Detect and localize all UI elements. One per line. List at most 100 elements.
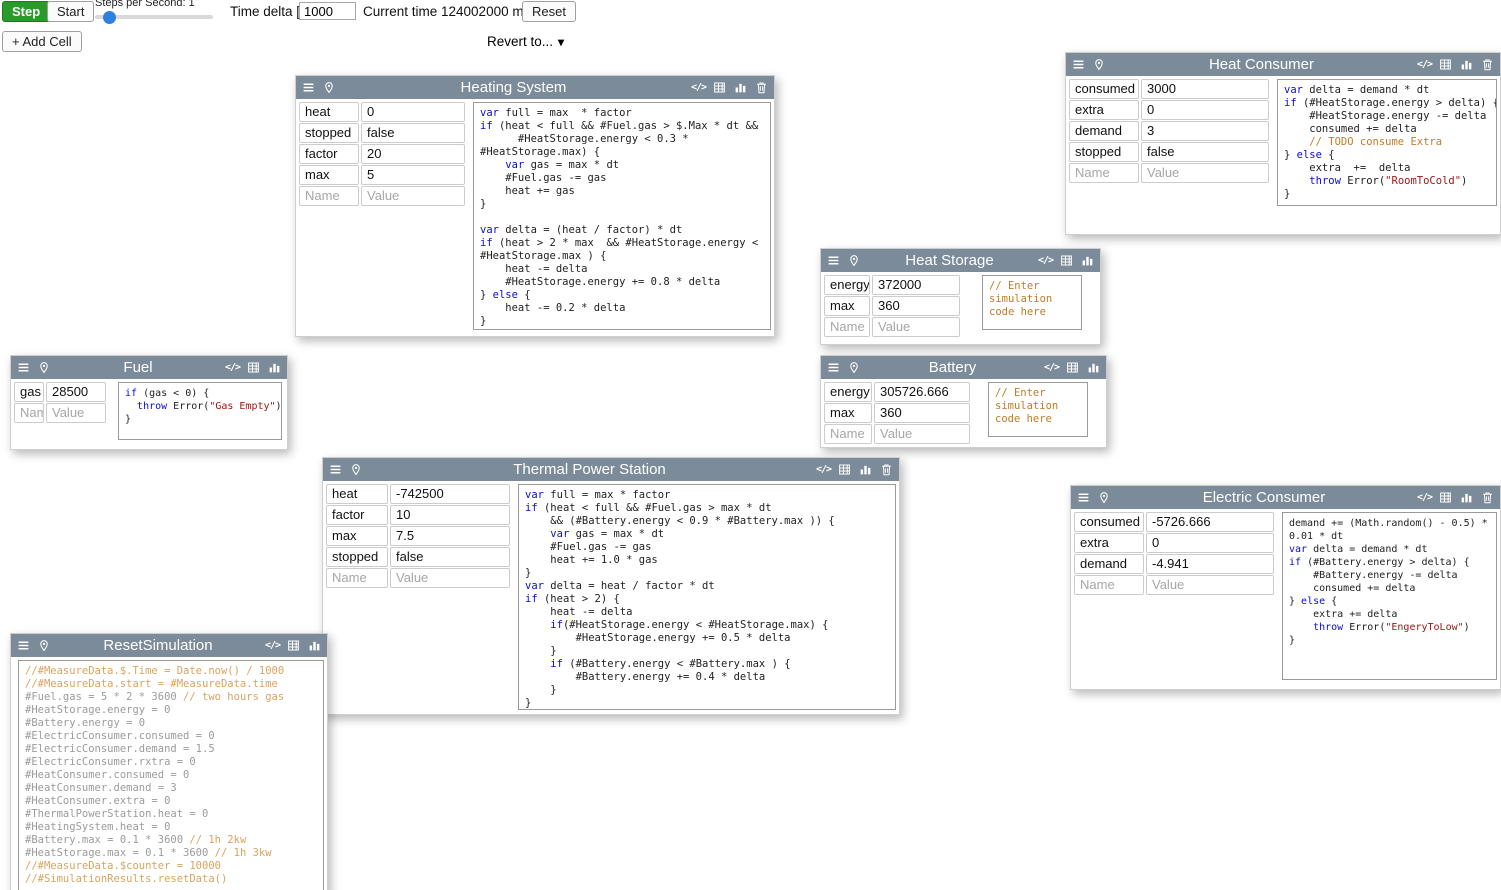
code-view-icon[interactable]: </> — [1044, 360, 1059, 375]
chart-view-icon[interactable] — [1086, 360, 1101, 375]
code-editor[interactable]: var delta = demand * dt if (#HeatStorage… — [1277, 79, 1497, 206]
attr-name-cell[interactable]: stopped — [326, 547, 388, 567]
delete-icon[interactable] — [879, 462, 894, 477]
table-view-icon[interactable] — [1438, 57, 1453, 72]
pin-icon[interactable] — [846, 253, 861, 268]
code-view-icon[interactable]: </> — [816, 462, 831, 477]
attr-name-cell[interactable]: stopped — [1069, 142, 1139, 162]
steps-per-second-slider[interactable] — [95, 10, 213, 24]
chart-view-icon[interactable] — [1459, 57, 1474, 72]
attr-name-cell[interactable]: gas — [14, 382, 44, 402]
attr-name-cell[interactable]: factor — [299, 144, 359, 164]
attr-name-cell[interactable]: max — [824, 403, 872, 423]
attr-name-cell[interactable]: energy — [824, 275, 870, 295]
attr-name-cell[interactable]: Name — [326, 568, 388, 588]
start-button[interactable]: Start — [47, 1, 94, 22]
menu-icon[interactable] — [826, 253, 841, 268]
pin-icon[interactable] — [348, 462, 363, 477]
attr-value-cell[interactable]: 5 — [361, 165, 465, 185]
attr-name-cell[interactable]: Name — [1069, 163, 1139, 183]
code-editor[interactable]: var full = max * factor if (heat < full … — [518, 484, 896, 710]
menu-icon[interactable] — [1076, 490, 1091, 505]
menu-icon[interactable] — [16, 360, 31, 375]
attr-name-cell[interactable]: max — [824, 296, 870, 316]
chart-view-icon[interactable] — [858, 462, 873, 477]
attr-name-cell[interactable]: heat — [299, 102, 359, 122]
attr-value-cell[interactable]: 28500 — [46, 382, 106, 402]
pin-icon[interactable] — [1096, 490, 1111, 505]
code-editor[interactable]: demand += (Math.random() - 0.5) * 0.01 *… — [1282, 512, 1497, 680]
panel-header[interactable]: ResetSimulation </> — [11, 634, 327, 657]
panel-header[interactable]: Battery </> — [821, 356, 1106, 379]
pin-icon[interactable] — [36, 638, 51, 653]
attr-value-cell[interactable]: Value — [1146, 575, 1274, 595]
menu-icon[interactable] — [1071, 57, 1086, 72]
attr-name-cell[interactable]: factor — [326, 505, 388, 525]
pin-icon[interactable] — [846, 360, 861, 375]
attr-name-cell[interactable]: extra — [1074, 533, 1144, 553]
code-editor[interactable]: // Enter simulation code here — [982, 275, 1082, 330]
table-view-icon[interactable] — [1065, 360, 1080, 375]
panel-header[interactable]: Heat Storage </> — [821, 249, 1100, 272]
attr-value-cell[interactable]: false — [1141, 142, 1269, 162]
add-cell-button[interactable]: + Add Cell — [2, 31, 82, 52]
attr-name-cell[interactable]: stopped — [299, 123, 359, 143]
code-view-icon[interactable]: </> — [1417, 490, 1432, 505]
attr-name-cell[interactable]: demand — [1074, 554, 1144, 574]
attr-value-cell[interactable]: 0 — [1141, 100, 1269, 120]
attr-value-cell[interactable]: Value — [1141, 163, 1269, 183]
panel-header[interactable]: Electric Consumer </> — [1071, 486, 1500, 509]
table-view-icon[interactable] — [286, 638, 301, 653]
pin-icon[interactable] — [321, 80, 336, 95]
menu-icon[interactable] — [16, 638, 31, 653]
table-view-icon[interactable] — [246, 360, 261, 375]
attr-value-cell[interactable]: Value — [874, 424, 970, 444]
attr-value-cell[interactable]: 0 — [361, 102, 465, 122]
attr-name-cell[interactable]: demand — [1069, 121, 1139, 141]
attr-name-cell[interactable]: Name — [14, 403, 44, 423]
attr-value-cell[interactable]: -742500 — [390, 484, 510, 504]
attr-name-cell[interactable]: extra — [1069, 100, 1139, 120]
chart-view-icon[interactable] — [733, 80, 748, 95]
panel-header[interactable]: Heating System </> — [296, 76, 774, 99]
code-editor[interactable]: if (gas < 0) { throw Error("Gas Empty") … — [118, 382, 282, 440]
attr-value-cell[interactable]: Value — [361, 186, 465, 206]
attr-value-cell[interactable]: 0 — [1146, 533, 1274, 553]
code-view-icon[interactable]: </> — [265, 638, 280, 653]
attr-value-cell[interactable]: Value — [872, 317, 960, 337]
attr-value-cell[interactable]: false — [361, 123, 465, 143]
code-view-icon[interactable]: </> — [225, 360, 240, 375]
attr-value-cell[interactable]: Value — [390, 568, 510, 588]
panel-header[interactable]: Heat Consumer </> — [1066, 53, 1500, 76]
delete-icon[interactable] — [1480, 490, 1495, 505]
menu-icon[interactable] — [328, 462, 343, 477]
table-view-icon[interactable] — [712, 80, 727, 95]
attr-name-cell[interactable]: max — [326, 526, 388, 546]
step-button[interactable]: Step — [2, 1, 50, 22]
code-view-icon[interactable]: </> — [691, 80, 706, 95]
attr-value-cell[interactable]: 360 — [874, 403, 970, 423]
revert-dropdown[interactable]: Revert to...▾ — [483, 32, 568, 51]
panel-header[interactable]: Thermal Power Station </> — [323, 458, 899, 481]
attr-value-cell[interactable]: 20 — [361, 144, 465, 164]
attr-value-cell[interactable]: -5726.666 — [1146, 512, 1274, 532]
attr-value-cell[interactable]: 3 — [1141, 121, 1269, 141]
chart-view-icon[interactable] — [307, 638, 322, 653]
chart-view-icon[interactable] — [1080, 253, 1095, 268]
attr-name-cell[interactable]: consumed — [1074, 512, 1144, 532]
code-view-icon[interactable]: </> — [1417, 57, 1432, 72]
pin-icon[interactable] — [36, 360, 51, 375]
delete-icon[interactable] — [1480, 57, 1495, 72]
attr-name-cell[interactable]: Name — [299, 186, 359, 206]
menu-icon[interactable] — [826, 360, 841, 375]
attr-name-cell[interactable]: Name — [824, 424, 872, 444]
table-view-icon[interactable] — [1059, 253, 1074, 268]
attr-value-cell[interactable]: 305726.666 — [874, 382, 970, 402]
time-delta-input[interactable] — [299, 2, 356, 20]
attr-value-cell[interactable]: 10 — [390, 505, 510, 525]
table-view-icon[interactable] — [837, 462, 852, 477]
code-editor[interactable]: // Enter simulation code here — [988, 382, 1088, 437]
panel-header[interactable]: Fuel </> — [11, 356, 287, 379]
attr-value-cell[interactable]: 372000 — [872, 275, 960, 295]
reset-button[interactable]: Reset — [522, 1, 576, 22]
